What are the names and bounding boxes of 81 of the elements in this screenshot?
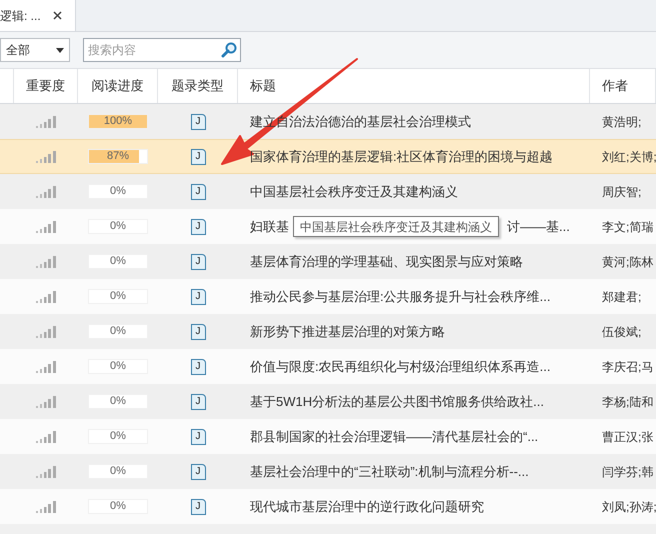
table-row[interactable]: 0% J 价值与限度:农民再组织化与村级治理组织体系再造... 李庆召;马 (0, 349, 656, 384)
close-icon[interactable] (52, 11, 62, 20)
progress-text: 0% (109, 430, 127, 443)
signal-bars-icon (36, 290, 56, 302)
journal-type-icon: J (190, 498, 206, 514)
column-header[interactable]: 标题 (250, 76, 276, 96)
column-header[interactable]: 题录类型 (172, 76, 224, 96)
author-cell: 黄浩明; (602, 114, 642, 129)
signal-bars-icon (36, 220, 56, 232)
journal-type-icon: J (190, 324, 206, 340)
table-row[interactable]: 0% J 基层体育治理的学理基础、现实图景与应对策略 黄河;陈林 (0, 244, 656, 279)
title-cell-text: 讨——基... (507, 218, 570, 236)
search-icon[interactable] (221, 42, 237, 58)
author-cell: 伍俊斌; (602, 324, 642, 339)
title-cell-text: 新形势下推进基层治理的对策方略 (250, 322, 445, 341)
title-cell-text: 国家体育治理的基层逻辑:社区体育治理的困境与超越 (250, 148, 553, 166)
author-cell: 刘凤;孙涛; (602, 500, 656, 514)
signal-bars-icon (36, 186, 56, 198)
journal-type-icon: J (190, 358, 206, 374)
signal-bars-icon (36, 500, 56, 512)
journal-type-icon: J (190, 254, 206, 270)
progress-text: 0% (109, 255, 127, 268)
author-cell: 李杨;陆和 (602, 394, 654, 409)
title-cell-text: 中国基层社会秩序变迁及其建构涵义 (250, 182, 458, 201)
column-header[interactable]: 重要度 (26, 76, 65, 96)
author-cell: 李庆召;马 (602, 360, 654, 374)
title-cell-text: 基于5W1H分析法的基层公共图书馆服务供给政社... (250, 392, 544, 411)
progress-text: 0% (109, 185, 127, 198)
journal-type-icon: J (190, 464, 206, 480)
journal-type-icon: J (190, 114, 206, 130)
table-row[interactable]: 0% J 现代城市基层治理中的逆行政化问题研究 刘凤;孙涛; (0, 489, 656, 524)
table-row[interactable]: 0% J 中国基层社会秩序变迁及其建构涵义 周庆智; (0, 174, 656, 209)
progress-text: 0% (109, 290, 127, 303)
progress-text: 0% (109, 465, 127, 478)
journal-type-icon: J (190, 148, 206, 164)
signal-bars-icon (36, 150, 56, 162)
journal-type-icon: J (190, 428, 206, 444)
author-cell: 李文;简瑞 (602, 220, 654, 234)
journal-type-icon: J (190, 288, 206, 304)
column-header[interactable]: 作者 (602, 76, 628, 96)
table-row[interactable]: 0% J 基于5W1H分析法的基层公共图书馆服务供给政社... 李杨;陆和 (0, 384, 656, 419)
table-row[interactable]: 0% J 新形势下推进基层治理的对策方略 伍俊斌; (0, 314, 656, 349)
author-cell: 黄河;陈林 (602, 254, 654, 269)
title-cell-text: 基层社会治理中的“三社联动”:机制与流程分析--... (250, 462, 529, 481)
progress-text: 0% (109, 220, 127, 233)
table-row[interactable]: 0% J 推动公民参与基层治理:公共服务提升与社会秩序维... 郑建君; (0, 279, 656, 314)
progress-text: 87% (106, 150, 130, 163)
signal-bars-icon (36, 466, 56, 478)
signal-bars-icon (36, 116, 56, 128)
journal-type-icon: J (190, 218, 206, 234)
title-cell-text: 价值与限度:农民再组织化与村级治理组织体系再造... (250, 358, 550, 376)
table-row[interactable]: 0% J 郡县制国家的社会治理逻辑——清代基层社会的“... 曹正汉;张 (0, 419, 656, 454)
table-row[interactable]: 87% J 国家体育治理的基层逻辑:社区体育治理的困境与超越 刘红;关博; (0, 139, 656, 174)
journal-type-icon: J (190, 394, 206, 410)
progress-text: 0% (109, 325, 127, 338)
search-field[interactable]: 搜索内容 (83, 38, 241, 62)
signal-bars-icon (36, 396, 56, 408)
title-cell-text: 妇联基 (250, 218, 289, 236)
progress-text: 0% (109, 500, 127, 513)
signal-bars-icon (36, 430, 56, 442)
progress-text: 0% (109, 395, 127, 408)
journal-type-icon: J (190, 184, 206, 200)
title-cell-text: 现代城市基层治理中的逆行政化问题研究 (250, 498, 484, 516)
author-cell: 闫学芬;韩 (602, 464, 654, 479)
signal-bars-icon (36, 256, 56, 268)
title-cell-text: 基层体育治理的学理基础、现实图景与应对策略 (250, 252, 523, 271)
signal-bars-icon (36, 326, 56, 338)
tooltip: 中国基层社会秩序变迁及其建构涵义 (293, 216, 499, 237)
title-cell-text: 推动公民参与基层治理:公共服务提升与社会秩序维... (250, 288, 550, 306)
caret-icon (56, 48, 64, 52)
author-cell: 刘红;关博; (602, 150, 656, 164)
progress-text: 0% (109, 360, 127, 373)
author-cell: 曹正汉;张 (602, 430, 654, 444)
author-cell: 周庆智; (602, 184, 642, 199)
signal-bars-icon (36, 360, 56, 372)
filter-dropdown[interactable]: 全部 (0, 38, 70, 62)
title-cell-text: 郡县制国家的社会治理逻辑——清代基层社会的“... (250, 428, 538, 446)
table-row[interactable]: 0% J 基层社会治理中的“三社联动”:机制与流程分析--... 闫学芬;韩 (0, 454, 656, 489)
column-header[interactable]: 阅读进度 (92, 76, 144, 96)
author-cell: 郑建君; (602, 290, 642, 304)
progress-text: 100% (102, 115, 134, 128)
